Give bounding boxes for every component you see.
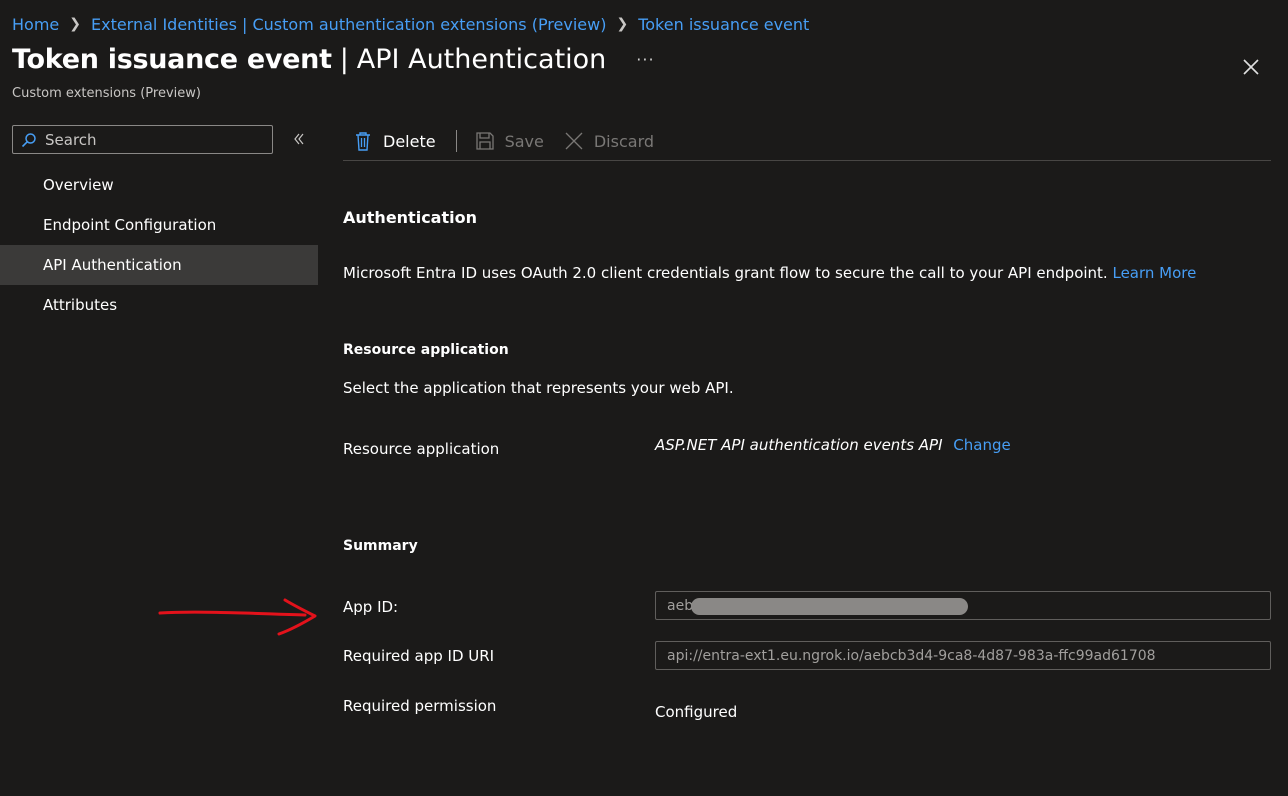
sidebar-item-label: Attributes: [43, 296, 118, 314]
page-title: Token issuance event: [12, 44, 332, 75]
breadcrumb-home[interactable]: Home: [12, 15, 59, 34]
search-icon: [21, 132, 36, 147]
sidebar-item-attributes[interactable]: Attributes: [0, 285, 318, 325]
page-section-title: API Authentication: [356, 44, 607, 75]
breadcrumb-token-issuance-event[interactable]: Token issuance event: [638, 15, 809, 34]
sidebar-item-overview[interactable]: Overview: [0, 165, 318, 205]
page-subtitle: Custom extensions (Preview): [12, 86, 201, 101]
resource-application-name: ASP.NET API authentication events API: [655, 436, 943, 454]
delete-label: Delete: [383, 131, 436, 151]
discard-icon: [565, 132, 583, 150]
sidebar-nav: Overview Endpoint Configuration API Auth…: [0, 165, 318, 325]
title-separator: |: [339, 44, 349, 75]
sidebar-item-api-authentication[interactable]: API Authentication: [0, 245, 318, 285]
sidebar-item-label: API Authentication: [43, 256, 182, 274]
required-permission-value: Configured: [655, 703, 738, 721]
sidebar-item-endpoint-configuration[interactable]: Endpoint Configuration: [0, 205, 318, 245]
save-button[interactable]: Save: [475, 123, 544, 159]
redaction-mark: [691, 598, 968, 615]
close-icon: [1243, 59, 1259, 75]
chevron-right-icon: ❯: [616, 16, 629, 32]
authentication-heading: Authentication: [343, 208, 477, 227]
resource-application-description: Select the application that represents y…: [343, 379, 734, 397]
resource-application-label: Resource application: [343, 440, 500, 458]
required-permission-label: Required permission: [343, 697, 497, 715]
app-id-value: aeb: [667, 597, 694, 614]
authentication-description: Microsoft Entra ID uses OAuth 2.0 client…: [343, 264, 1196, 282]
breadcrumb: Home ❯ External Identities | Custom auth…: [12, 12, 809, 36]
summary-heading: Summary: [343, 538, 418, 554]
breadcrumb-external-identities[interactable]: External Identities | Custom authenticat…: [91, 15, 606, 34]
change-link[interactable]: Change: [953, 436, 1010, 454]
close-button[interactable]: [1240, 56, 1262, 78]
learn-more-link[interactable]: Learn More: [1112, 264, 1196, 282]
double-chevron-left-icon: [294, 133, 304, 145]
delete-button[interactable]: Delete: [353, 123, 436, 159]
sidebar-item-label: Endpoint Configuration: [43, 216, 217, 234]
save-label: Save: [504, 131, 544, 151]
discard-button[interactable]: Discard: [564, 123, 654, 159]
save-icon: [475, 132, 494, 150]
search-input[interactable]: [43, 129, 257, 150]
discard-label: Discard: [593, 131, 655, 151]
chevron-right-icon: ❯: [69, 16, 81, 32]
resource-application-value: ASP.NET API authentication events API Ch…: [655, 436, 1011, 454]
toolbar-divider: [455, 130, 457, 152]
authentication-description-text: Microsoft Entra ID uses OAuth 2.0 client…: [343, 264, 1108, 282]
collapse-sidebar-button[interactable]: [290, 130, 308, 148]
resource-application-heading: Resource application: [343, 342, 509, 358]
app-id-label: App ID:: [343, 598, 399, 616]
page-header: Token issuance event | API Authenticatio…: [12, 44, 655, 75]
search-box[interactable]: [12, 125, 273, 154]
app-id-uri-field[interactable]: api://entra-ext1.eu.ngrok.io/aebcb3d4-9c…: [655, 641, 1271, 670]
annotation-arrow: [158, 598, 317, 636]
more-options-button[interactable]: ···: [636, 50, 654, 69]
command-bar: Delete Save Discard: [343, 122, 1271, 161]
app-id-uri-label: Required app ID URI: [343, 647, 495, 665]
trash-icon: [356, 132, 370, 151]
app-id-uri-value: api://entra-ext1.eu.ngrok.io/aebcb3d4-9c…: [667, 647, 1156, 664]
sidebar-item-label: Overview: [43, 176, 114, 194]
